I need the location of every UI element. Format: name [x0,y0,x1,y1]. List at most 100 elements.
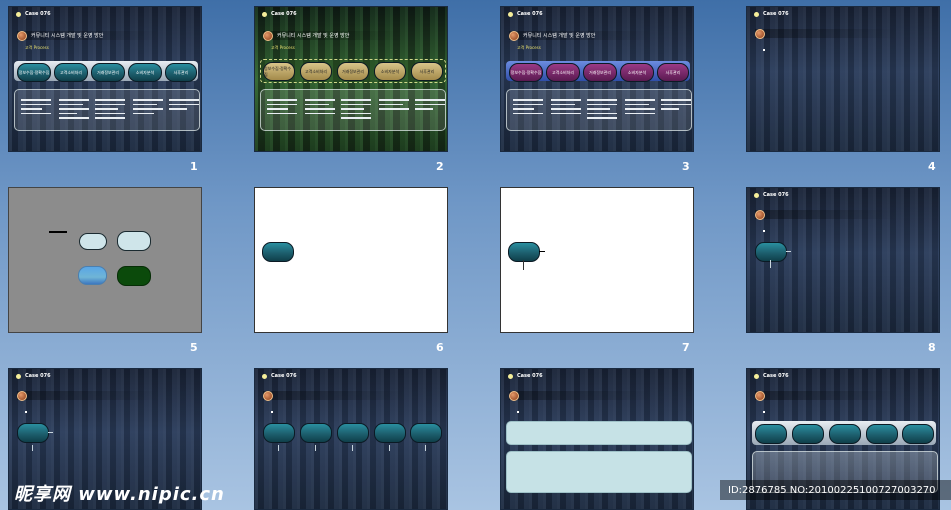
slide-bullet: 고객 Process [271,45,295,50]
bullet-dot-icon [25,411,27,413]
teal-pill-shape [755,242,787,262]
slide-number: 8 [928,341,936,354]
bullet-dot-icon [262,373,267,379]
teal-pill-shape [792,424,824,444]
slide-header: Case 076 [262,373,297,379]
detail-lines [133,99,163,117]
slide-header: Case 076 [754,11,789,17]
detail-lines [305,99,335,117]
bullet-dot-icon [763,49,765,51]
title-circle-icon [755,209,765,220]
teal-pill-shape [337,423,369,443]
slide-number: 5 [190,341,198,354]
slide-header: Case 076 [508,373,543,379]
slide-thumbnail-2[interactable]: Case 076 커뮤니티 시스템 개발 및 운영 방안 고객 Process … [254,6,448,152]
slide-title-bar: 커뮤니티 시스템 개발 및 운영 방안 [509,30,653,41]
bullet-dot-icon [763,411,765,413]
process-step: 거래정보관리 [337,62,369,81]
bullet-dot-icon [754,373,759,379]
process-step: 고객소비처리 [54,63,88,82]
title-circle-icon [17,30,27,41]
teal-pill-shape [508,242,540,262]
detail-lines [59,99,89,122]
slide-thumbnail-7[interactable] [500,187,694,333]
teal-pill-shape [374,423,406,443]
slide-bullet: 고객 Process [25,45,49,50]
bullet-dot-icon [16,373,21,379]
teal-pill-shape [300,423,332,443]
slide-header: Case 076 [508,11,543,17]
connector-line [315,445,316,451]
detail-lines [21,99,51,117]
slide-number: 2 [436,160,444,173]
gradient-pill-shape [78,266,107,285]
slide-thumbnail-10[interactable]: Case 076 [254,368,448,510]
bullet-dot-icon [508,373,513,379]
slide-header: Case 076 [754,373,789,379]
title-circle-icon [755,390,765,401]
slide-title-bar [509,390,653,401]
connector-line [770,260,771,268]
title-circle-icon [509,390,519,401]
process-step: 사후관리 [165,63,197,82]
process-step: 거래정보관리 [91,63,125,82]
title-circle-icon [755,28,765,39]
connector-line [48,432,53,433]
title-circle-icon [17,390,27,401]
slide-title-bar: 커뮤니티 시스템 개발 및 운영 방안 [263,30,407,41]
slide-thumbnail-1[interactable]: Case 076 커뮤니티 시스템 개발 및 운영 방안 고객 Process … [8,6,202,152]
watermark-site: 昵享网 www.nipic.cn [14,484,225,505]
slide-thumbnail-4[interactable]: Case 076 [746,6,940,152]
detail-lines [661,99,691,113]
connector-line [32,445,33,451]
connector-line [425,445,426,451]
process-step: 소비자분석 [128,63,162,82]
bullet-dot-icon [16,11,21,17]
slide-header: Case 076 [16,373,51,379]
process-step: 정보수집·정확수집 [17,63,51,82]
slide-title-bar [17,390,161,401]
slide-number: 3 [682,160,690,173]
connector-line [352,445,353,451]
connector-line [389,445,390,451]
teal-pill-shape [829,424,861,444]
teal-pill-shape [902,424,934,444]
slide-title-bar [755,390,899,401]
bullet-dot-icon [517,411,519,413]
connector-line [539,251,545,252]
dark-green-pill-shape [117,266,151,286]
slide-thumbnail-5[interactable] [8,187,202,333]
teal-pill-shape [263,423,295,443]
slide-thumbnail-8[interactable]: Case 076 [746,187,940,333]
slide-thumbnail-3[interactable]: Case 076 커뮤니티 시스템 개발 및 운영 방안 고객 Process … [500,6,694,152]
slide-number: 6 [436,341,444,354]
detail-lines [625,99,655,117]
title-circle-icon [263,390,273,401]
teal-pill-shape [755,424,787,444]
light-panel [506,421,692,445]
detail-lines [415,99,445,113]
detail-lines [587,99,617,122]
slide-thumbnail-11[interactable]: Case 076 [500,368,694,510]
bullet-dot-icon [508,11,513,17]
slide-header: Case 076 [262,11,297,17]
process-step: 거래정보관리 [583,63,617,82]
watermark-id: ID:2876785 NO:20100225100727003270 [720,480,951,500]
slide-thumbnail-6[interactable] [254,187,448,333]
process-step: 사후관리 [657,63,689,82]
slide-title-bar [263,390,407,401]
process-step: 고객소비처리 [546,63,580,82]
bullet-dot-icon [754,192,759,198]
title-circle-icon [263,30,273,41]
process-step: 사후관리 [411,62,443,81]
process-step: 고객소비처리 [300,62,332,81]
detail-lines [169,99,199,113]
detail-lines [341,99,371,122]
slide-number: 4 [928,160,936,173]
connector-line [786,251,791,252]
detail-lines [267,99,297,117]
process-step: 정보수집·정확수집 [263,62,295,81]
slide-number: 1 [190,160,198,173]
teal-pill-shape [866,424,898,444]
connector-line [278,445,279,451]
